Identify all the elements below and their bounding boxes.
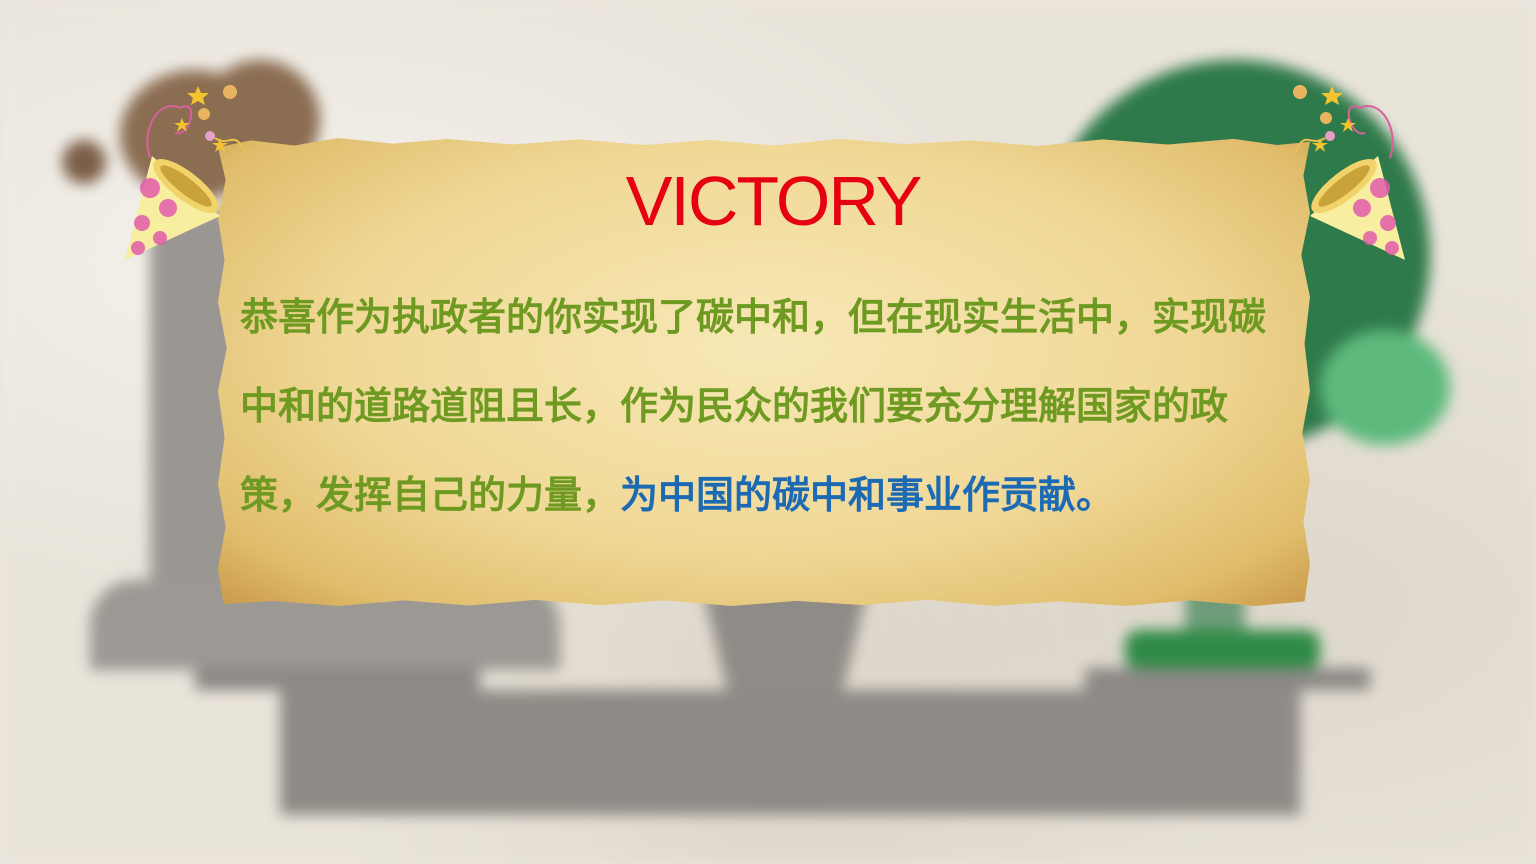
- scale-platform: [280, 690, 1300, 815]
- message-highlight: 为中国的碳中和事业作贡献。: [620, 473, 1115, 517]
- party-hat-icon: [1293, 85, 1405, 260]
- victory-message: 恭喜作为执政者的你实现了碳中和，但在现实生活中，实现碳中和的道路道阻且长，作为民…: [240, 273, 1300, 540]
- smoke-puff: [62, 140, 106, 184]
- scale-pan-right: [1085, 668, 1370, 690]
- tree-canopy-small: [1320, 330, 1450, 445]
- victory-title: VICTORY: [625, 162, 923, 240]
- party-hat-icon: [125, 85, 246, 260]
- victory-card: VICTORY 恭喜作为执政者的你实现了碳中和，但在现实生活中，实现碳中和的道路…: [218, 138, 1310, 606]
- tree-pot: [1125, 630, 1320, 670]
- scale-pan-left: [195, 668, 480, 690]
